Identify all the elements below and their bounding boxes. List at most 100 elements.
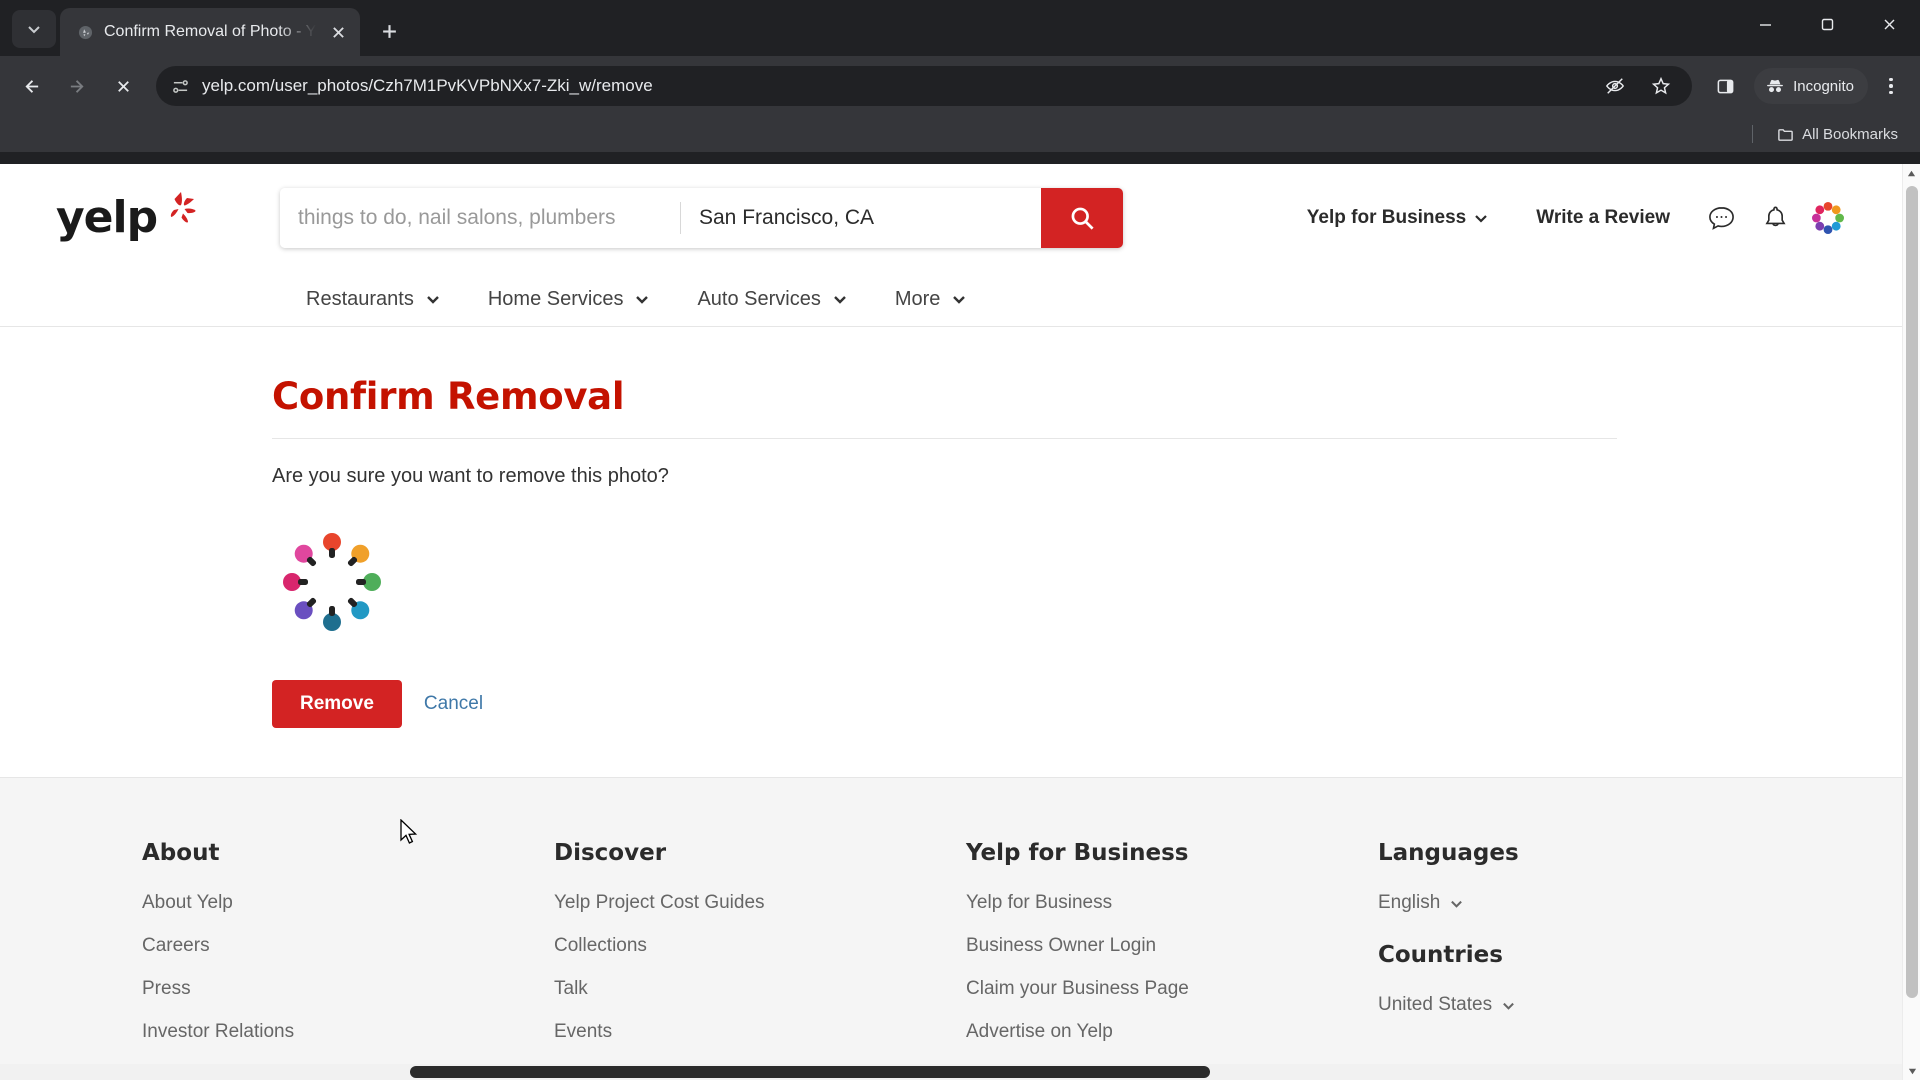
close-window-icon[interactable] [1858,0,1920,48]
chrome-menu-icon[interactable] [1872,65,1910,107]
footer-link[interactable]: Collections [554,935,966,957]
search-find-input[interactable]: things to do, nail salons, plumbers [280,188,680,248]
yelp-logo-text: yelp [56,192,158,243]
country-selector[interactable]: United States [1378,994,1718,1016]
footer-link[interactable]: Yelp for Business [966,892,1378,914]
bookmark-star-icon[interactable] [1644,69,1678,103]
yelp-footer: About About Yelp Careers Press Investor … [0,777,1902,1080]
yelp-header: yelp things to do, nail salons, plumbers [0,164,1902,327]
site-info-icon[interactable] [170,76,190,96]
page-title: Confirm Removal [272,375,625,418]
horizontal-scrollbar-thumb[interactable] [410,1066,1210,1078]
browser-toolbar: yelp.com/user_photos/Czh7M1PvKVPbNXx7-Zk… [0,56,1920,116]
back-icon[interactable] [10,65,52,107]
search-location-input[interactable]: San Francisco, CA [681,188,1041,248]
browser-tab-active[interactable]: Confirm Removal of Photo - Yel [60,8,360,56]
chevron-down-icon [1503,1002,1514,1010]
footer-link[interactable]: Investor Relations [142,1021,554,1043]
country-value: United States [1378,994,1493,1015]
yelp-page: yelp things to do, nail salons, plumbers [0,164,1902,1080]
countries-heading: Countries [1378,942,1503,968]
language-selector[interactable]: English [1378,892,1718,914]
forward-icon[interactable] [56,65,98,107]
action-buttons: Remove Cancel [272,680,1902,728]
confirmation-question: Are you sure you want to remove this pho… [272,465,669,487]
scroll-down-arrow[interactable] [1903,1062,1920,1080]
footer-link[interactable]: Yelp Project Cost Guides [554,892,966,914]
maximize-icon[interactable] [1796,0,1858,48]
incognito-label: Incognito [1793,77,1854,95]
tab-strip: Confirm Removal of Photo - Yel [0,0,1920,56]
bookmarks-bar: All Bookmarks [0,116,1920,152]
footer-heading: Yelp for Business [966,840,1189,866]
chevron-down-icon [1451,900,1463,908]
window-controls [1734,0,1920,48]
browser-window: Confirm Removal of Photo - Yel yelp.com/… [0,0,1920,1080]
nav-category-label: More [894,287,941,310]
confirm-removal-section: Confirm Removal Are you sure you want to… [0,327,1902,731]
page-viewport: yelp things to do, nail salons, plumbers [0,164,1920,1080]
nav-category-label: Home Services [487,287,624,310]
chevron-down-icon [636,296,649,304]
new-tab-button[interactable] [370,12,408,50]
nav-category-more[interactable]: More [871,288,991,311]
title-divider [272,438,1617,439]
tab-close-icon[interactable] [326,20,350,44]
search-submit-button[interactable] [1041,188,1123,248]
vertical-scrollbar[interactable] [1902,164,1920,1080]
search-icon [1071,207,1094,230]
footer-column-locale: Languages English Countries United State… [1378,840,1718,1080]
side-panel-icon[interactable] [1704,65,1746,107]
languages-heading: Languages [1378,840,1519,866]
notifications-icon[interactable] [1748,196,1802,240]
incognito-icon [1767,79,1784,93]
footer-link[interactable]: Press [142,978,554,1000]
chevron-down-icon [953,296,966,304]
horizontal-scrollbar[interactable] [0,1064,1902,1080]
footer-heading: About [142,840,220,866]
stop-loading-icon[interactable] [102,65,144,107]
footer-column-discover: Discover Yelp Project Cost Guides Collec… [554,840,966,1080]
all-bookmarks-label: All Bookmarks [1802,125,1898,143]
chevron-down-icon [426,296,439,304]
yelp-burst-icon [161,188,203,235]
header-link-write-a-review[interactable]: Write a Review [1512,207,1694,229]
footer-link[interactable]: Advertise on Yelp [966,1021,1378,1043]
nav-category-label: Restaurants [306,287,414,310]
chevron-down-icon [833,296,846,304]
nav-category-restaurants[interactable]: Restaurants [282,288,464,311]
minimize-icon[interactable] [1734,0,1796,48]
footer-heading: Discover [554,840,667,866]
footer-link[interactable]: Talk [554,978,966,1000]
header-right-nav: Yelp for Business Write a Review [1283,196,1902,240]
tracking-protection-icon[interactable] [1598,69,1632,103]
footer-link[interactable]: Events [554,1021,966,1043]
footer-column-about: About About Yelp Careers Press Investor … [142,840,554,1080]
remove-button[interactable]: Remove [272,680,402,728]
footer-link[interactable]: Claim your Business Page [966,978,1378,1000]
nav-category-auto-services[interactable]: Auto Services [673,288,870,311]
address-bar[interactable]: yelp.com/user_photos/Czh7M1PvKVPbNXx7-Zk… [156,66,1693,106]
chevron-down-icon [1475,215,1488,223]
yelp-category-nav: Restaurants Home Services Auto Services … [0,272,1902,326]
header-link-yelp-for-business[interactable]: Yelp for Business [1283,207,1512,229]
yelp-logo[interactable]: yelp [56,191,228,243]
footer-link[interactable]: About Yelp [142,892,554,914]
messages-icon[interactable] [1694,196,1748,240]
bookmarks-divider [1752,125,1754,143]
vertical-scrollbar-thumb[interactable] [1906,186,1918,998]
tab-search-button[interactable] [12,10,56,48]
language-value: English [1378,892,1441,913]
tab-title: Confirm Removal of Photo - Yel [104,23,316,40]
yelp-search-bar: things to do, nail salons, plumbers San … [280,188,1123,248]
all-bookmarks-button[interactable]: All Bookmarks [1769,122,1906,147]
footer-link[interactable]: Careers [142,935,554,957]
scroll-up-arrow[interactable] [1903,164,1920,182]
footer-link[interactable]: Business Owner Login [966,935,1378,957]
folder-icon [1778,128,1793,141]
cancel-link[interactable]: Cancel [424,693,483,715]
url-text: yelp.com/user_photos/Czh7M1PvKVPbNXx7-Zk… [202,76,653,95]
user-avatar[interactable] [1802,196,1854,240]
incognito-indicator[interactable]: Incognito [1754,68,1868,104]
nav-category-home-services[interactable]: Home Services [464,288,674,311]
